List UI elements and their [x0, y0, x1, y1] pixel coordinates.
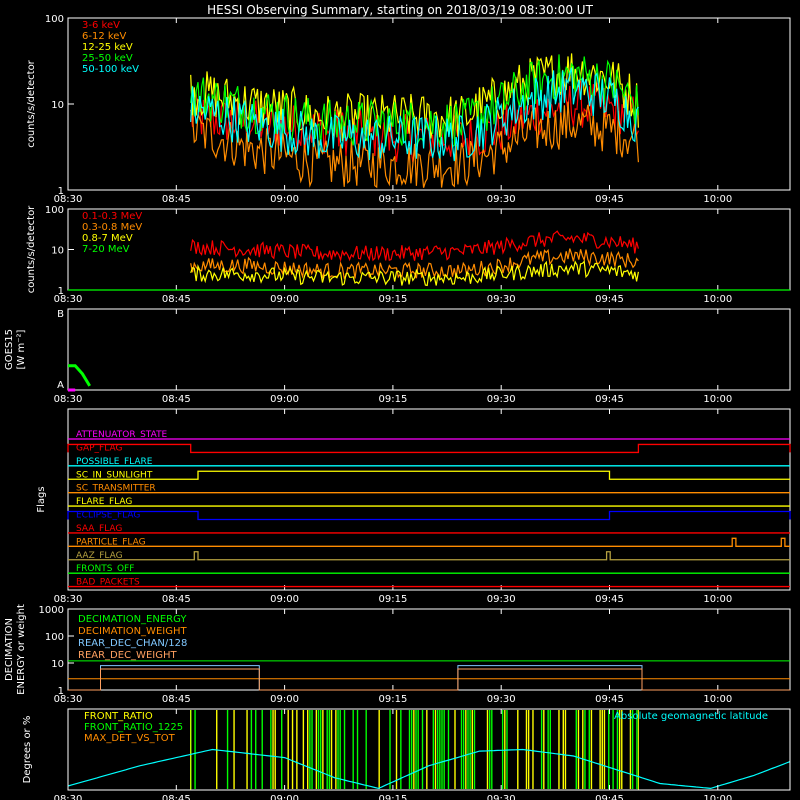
- legend-entry: 0.8-7 MeV: [82, 233, 133, 244]
- y-axis-label: GOES15: [4, 329, 15, 370]
- legend-entry: 0.3-0.8 MeV: [82, 222, 142, 233]
- x-tick-label: 09:45: [595, 694, 624, 705]
- legend-entry: 0.1-0.3 MeV: [82, 211, 142, 222]
- legend-entry: REAR_DEC_WEIGHT: [78, 650, 177, 661]
- flag-label: BAD_PACKETS: [76, 578, 140, 588]
- y-axis-label: Flags: [36, 486, 47, 512]
- y-tick-label: A: [57, 380, 64, 391]
- x-tick-label: 10:00: [703, 594, 732, 605]
- y-tick-label: 1: [58, 286, 64, 297]
- y-tick-label: 10: [51, 659, 64, 670]
- x-tick-label: 09:15: [378, 794, 407, 800]
- x-tick-label: 09:45: [595, 394, 624, 405]
- x-tick-label: 08:45: [162, 694, 191, 705]
- x-tick-label: 09:00: [270, 594, 299, 605]
- x-tick-label: 09:30: [487, 794, 516, 800]
- x-tick-label: 08:30: [54, 394, 83, 405]
- y-axis-label-2: ENERGY or weight: [16, 604, 27, 695]
- flag-label: POSSIBLE_FLARE: [76, 457, 153, 467]
- legend-entry: MAX_DET_VS_TOT: [84, 733, 176, 744]
- y-tick-label: 10: [51, 100, 64, 111]
- y-tick-label: 100: [45, 632, 64, 643]
- x-tick-label: 08:45: [162, 294, 191, 305]
- y-tick-label: 100: [45, 205, 64, 216]
- legend-entry: 25-50 keV: [82, 53, 133, 64]
- x-tick-label: 09:15: [378, 194, 407, 205]
- legend-entry: FRONT_RATIO: [84, 711, 153, 722]
- flag-label: FLARE_FLAG: [76, 497, 132, 507]
- y-tick-label: 1: [58, 686, 64, 697]
- flag-label: SC_TRANSMITTER: [76, 484, 156, 494]
- x-tick-label: 09:00: [270, 694, 299, 705]
- y-tick-label: 1: [58, 186, 64, 197]
- y-axis-label: counts/s/detector: [26, 59, 37, 147]
- flag-label: PARTICLE_FLAG: [76, 537, 146, 547]
- y-axis-label: counts/s/detector: [26, 205, 37, 293]
- x-tick-label: 09:00: [270, 394, 299, 405]
- y-axis-label: DECIMATION: [4, 618, 15, 681]
- legend-entry: DECIMATION_ENERGY: [78, 614, 187, 625]
- flag-label: FRONTS_OFF: [76, 564, 134, 574]
- legend-entry: FRONT_RATIO_1225: [84, 722, 183, 733]
- x-tick-label: 09:30: [487, 594, 516, 605]
- legend-entry: 6-12 keV: [82, 31, 126, 42]
- x-tick-label: 09:00: [270, 294, 299, 305]
- x-tick-label: 09:45: [595, 194, 624, 205]
- x-tick-label: 10:00: [703, 194, 732, 205]
- flag-label: ATTENUATOR_STATE: [76, 430, 168, 440]
- flag-label: GAP_FLAG: [76, 443, 122, 453]
- chart-title: HESSI Observing Summary, starting on 201…: [207, 3, 593, 17]
- flag-label: SC_IN_SUNLIGHT: [76, 470, 153, 480]
- legend-entry: 7-20 MeV: [82, 244, 130, 255]
- hessi-summary-chart: HESSI Observing Summary, starting on 201…: [0, 0, 800, 800]
- flag-label: ECLIPSE_FLAG: [76, 511, 140, 521]
- legend-entry: DECIMATION_WEIGHT: [78, 626, 187, 637]
- x-tick-label: 10:00: [703, 794, 732, 800]
- x-tick-label: 09:15: [378, 294, 407, 305]
- x-tick-label: 08:45: [162, 194, 191, 205]
- y-tick-label: 10: [51, 246, 64, 257]
- x-tick-label: 09:00: [270, 194, 299, 205]
- y-tick-label: 100: [45, 14, 64, 25]
- x-tick-label: 09:00: [270, 794, 299, 800]
- x-tick-label: 08:45: [162, 794, 191, 800]
- x-tick-label: 09:30: [487, 694, 516, 705]
- flag-label: AAZ_FLAG: [76, 551, 123, 561]
- x-tick-label: 09:45: [595, 294, 624, 305]
- legend-entry: REAR_DEC_CHAN/128: [78, 638, 187, 649]
- y-axis-label: Degrees or %: [22, 716, 33, 784]
- x-tick-label: 09:15: [378, 394, 407, 405]
- x-tick-label: 08:30: [54, 594, 83, 605]
- x-tick-label: 09:15: [378, 594, 407, 605]
- y-tick-label: 1000: [39, 605, 64, 616]
- x-tick-label: 10:00: [703, 694, 732, 705]
- y-tick-label: B: [57, 309, 64, 320]
- x-tick-label: 09:30: [487, 394, 516, 405]
- x-tick-label: 09:45: [595, 794, 624, 800]
- x-tick-label: 08:30: [54, 794, 83, 800]
- x-tick-label: 09:30: [487, 194, 516, 205]
- x-tick-label: 10:00: [703, 294, 732, 305]
- x-tick-label: 10:00: [703, 394, 732, 405]
- x-tick-label: 09:15: [378, 694, 407, 705]
- flag-label: SAA_FLAG: [76, 524, 122, 534]
- legend-entry: 3-6 keV: [82, 20, 120, 31]
- x-tick-label: 08:45: [162, 594, 191, 605]
- latitude-annotation: Absolute geomagnetic latitude: [614, 711, 768, 722]
- legend-entry: 12-25 keV: [82, 42, 133, 53]
- x-tick-label: 08:45: [162, 394, 191, 405]
- legend-entry: 50-100 keV: [82, 64, 139, 75]
- x-tick-label: 09:45: [595, 594, 624, 605]
- y-axis-label-units: [W m⁻²]: [16, 329, 27, 369]
- x-tick-label: 09:30: [487, 294, 516, 305]
